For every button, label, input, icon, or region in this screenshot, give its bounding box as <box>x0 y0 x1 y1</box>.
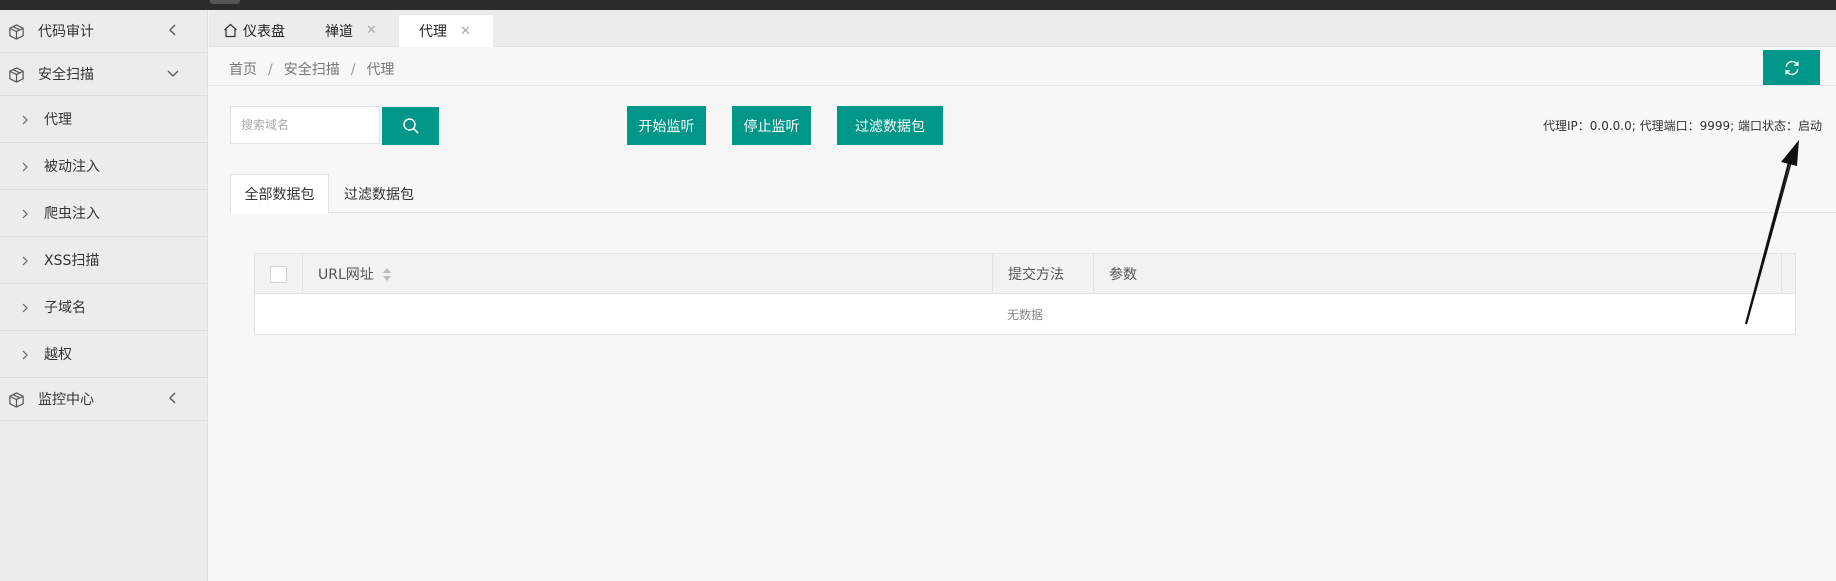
search-button[interactable] <box>382 107 439 145</box>
cube-icon <box>9 392 24 408</box>
column-params: 参数 <box>1094 254 1782 294</box>
sidebar-subitem-label: 越权 <box>44 347 72 363</box>
proxy-status-text: 代理IP：0.0.0.0; 代理端口：9999; 端口状态：启动 <box>1542 119 1822 133</box>
sidebar-subitem-privilege-escalation[interactable]: 越权 <box>0 331 207 378</box>
filter-packets-button[interactable]: 过滤数据包 <box>837 106 943 145</box>
tab-zentao[interactable]: 禅道 ✕ <box>325 14 377 47</box>
tab-label: 仪表盘 <box>243 23 285 40</box>
sidebar-subitem-crawler-injection[interactable]: 爬虫注入 <box>0 190 207 237</box>
sort-icon[interactable] <box>382 267 392 281</box>
top-bar-notch <box>210 0 240 4</box>
tab-filtered-packets[interactable]: 过滤数据包 <box>329 174 429 213</box>
sidebar-subitem-passive-injection[interactable]: 被动注入 <box>0 143 207 190</box>
packets-table: URL网址 提交方法 参数 无数据 <box>254 253 1796 335</box>
chevron-right-icon <box>22 303 28 313</box>
chevron-right-icon <box>22 256 28 266</box>
stop-listen-button[interactable]: 停止监听 <box>732 106 811 145</box>
refresh-icon <box>1784 60 1799 75</box>
breadcrumb-current: 代理 <box>366 62 395 78</box>
breadcrumb: 首页 / 安全扫描 / 代理 <box>229 59 394 79</box>
tab-proxy[interactable]: 代理 ✕ <box>399 14 493 47</box>
cube-icon <box>9 24 24 40</box>
sidebar-subitem-label: 被动注入 <box>44 159 100 175</box>
sidebar-subitem-label: 爬虫注入 <box>44 206 100 222</box>
sidebar-item-monitor-center[interactable]: 监控中心 <box>0 378 207 421</box>
tab-bar: 仪表盘 禅道 ✕ 代理 ✕ <box>209 10 1836 47</box>
sidebar-item-label: 监控中心 <box>38 392 94 408</box>
chevron-right-icon <box>22 115 28 125</box>
select-all-checkbox[interactable] <box>270 265 287 283</box>
home-icon <box>224 23 237 38</box>
tab-dashboard[interactable]: 仪表盘 <box>223 14 285 47</box>
breadcrumb-home[interactable]: 首页 <box>229 62 257 78</box>
breadcrumb-separator: / <box>350 62 356 78</box>
sidebar-subitem-subdomain[interactable]: 子域名 <box>0 284 207 331</box>
packet-tabs: 全部数据包 过滤数据包 <box>230 174 1836 214</box>
column-label: 参数 <box>1109 267 1137 283</box>
sidebar-item-security-scan[interactable]: 安全扫描 <box>0 53 207 96</box>
sidebar-subitem-label: 子域名 <box>44 300 86 316</box>
start-listen-button[interactable]: 开始监听 <box>627 106 706 145</box>
sidebar: 代码审计 安全扫描 代理 被动注入 爬虫注入 XSS扫描 子域名 越权 监控中心 <box>0 10 208 581</box>
table-header: URL网址 提交方法 参数 <box>255 254 1795 294</box>
close-icon[interactable]: ✕ <box>366 23 377 38</box>
sidebar-item-code-audit[interactable]: 代码审计 <box>0 10 207 53</box>
cube-icon <box>9 67 24 83</box>
chevron-left-icon <box>169 392 176 404</box>
window-top-bar <box>0 0 1836 10</box>
breadcrumb-security-scan[interactable]: 安全扫描 <box>284 62 340 78</box>
column-label: 提交方法 <box>1008 267 1064 283</box>
search-input[interactable] <box>230 106 380 144</box>
sidebar-subitem-proxy[interactable]: 代理 <box>0 96 207 143</box>
search-icon <box>402 118 419 134</box>
chevron-down-icon <box>167 70 179 77</box>
breadcrumb-separator: / <box>268 62 273 78</box>
chevron-right-icon <box>22 162 28 172</box>
sidebar-item-label: 代码审计 <box>38 24 94 40</box>
refresh-button[interactable] <box>1763 50 1820 85</box>
close-icon[interactable]: ✕ <box>460 24 471 39</box>
column-method: 提交方法 <box>993 254 1094 294</box>
sidebar-subitem-label: XSS扫描 <box>44 253 100 269</box>
breadcrumb-bar: 首页 / 安全扫描 / 代理 <box>209 48 1836 86</box>
column-url[interactable]: URL网址 <box>303 254 993 294</box>
chevron-right-icon <box>22 209 28 219</box>
tab-label: 禅道 <box>325 23 353 40</box>
sidebar-subitem-label: 代理 <box>44 112 72 128</box>
tab-all-packets[interactable]: 全部数据包 <box>230 174 329 214</box>
empty-placeholder: 无数据 <box>1006 308 1043 322</box>
sidebar-item-label: 安全扫描 <box>38 67 94 83</box>
tab-label: 代理 <box>419 24 447 40</box>
select-all-cell <box>255 254 303 294</box>
chevron-left-icon <box>169 24 176 36</box>
column-label: URL网址 <box>318 267 374 283</box>
sidebar-subitem-xss-scan[interactable]: XSS扫描 <box>0 237 207 284</box>
chevron-right-icon <box>22 350 28 360</box>
main-content: 开始监听 停止监听 过滤数据包 代理IP：0.0.0.0; 代理端口：9999;… <box>209 86 1836 581</box>
